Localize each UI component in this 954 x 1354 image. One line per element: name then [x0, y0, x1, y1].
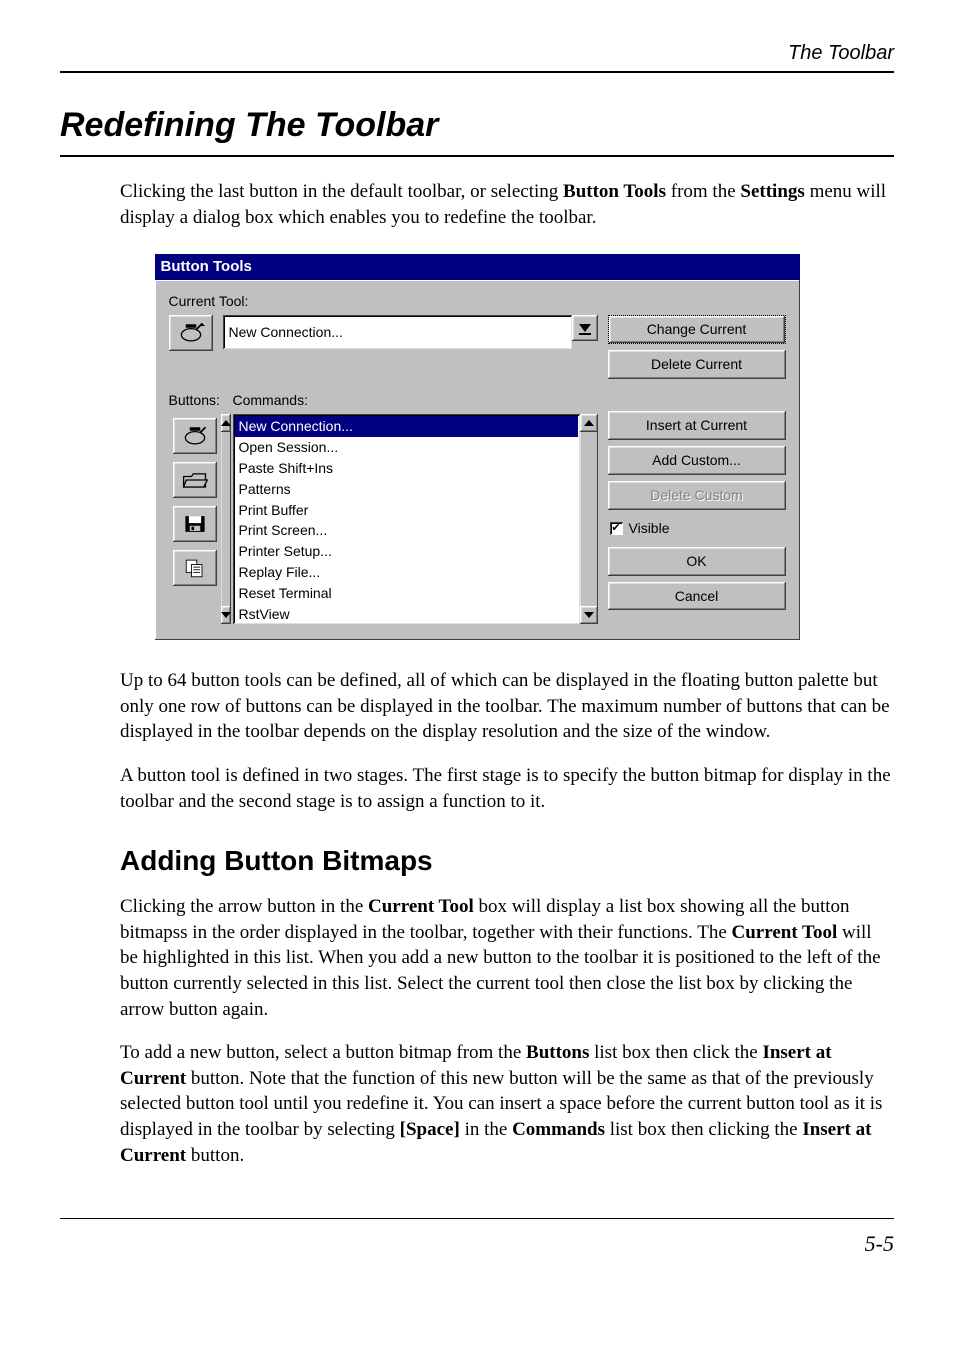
- text: button.: [186, 1145, 244, 1166]
- text: list box then click the: [589, 1042, 762, 1063]
- buttons-scrollbar[interactable]: [221, 414, 231, 624]
- text: Clicking the last button in the default …: [120, 181, 563, 202]
- section-title: Redefining The Toolbar: [60, 103, 894, 157]
- buttons-list-item[interactable]: [173, 550, 217, 586]
- commands-list-item[interactable]: Print Screen...: [235, 520, 578, 541]
- text: To add a new button, select a button bit…: [120, 1042, 526, 1063]
- commands-list-item[interactable]: Printer Setup...: [235, 541, 578, 562]
- text-bold: Settings: [740, 181, 804, 202]
- buttons-list[interactable]: [169, 414, 221, 624]
- page-number: 5-5: [60, 1229, 894, 1259]
- commands-list-item[interactable]: RstView: [235, 604, 578, 624]
- up-arrow-icon: [221, 420, 231, 426]
- body-paragraph: A button tool is defined in two stages. …: [120, 763, 894, 814]
- text: Clicking the arrow button in the: [120, 896, 368, 917]
- down-arrow-icon: [579, 324, 591, 332]
- current-tool-input[interactable]: [223, 315, 572, 349]
- buttons-label: Buttons:: [169, 391, 223, 410]
- commands-list-item[interactable]: Paste Shift+Ins: [235, 458, 578, 479]
- down-arrow-icon: [584, 612, 594, 618]
- current-tool-dropdown-button[interactable]: [572, 315, 598, 341]
- current-tool-icon: [169, 315, 213, 351]
- visible-checkbox[interactable]: ✔: [610, 522, 623, 535]
- scroll-down-button[interactable]: [221, 606, 231, 624]
- text-bold: Button Tools: [563, 181, 666, 202]
- down-arrow-icon: [221, 612, 231, 618]
- current-tool-combo[interactable]: [223, 315, 598, 349]
- add-custom-button[interactable]: Add Custom...: [608, 446, 786, 475]
- change-current-button[interactable]: Change Current: [608, 315, 786, 344]
- dialog-titlebar: Button Tools: [155, 254, 800, 280]
- buttons-list-item[interactable]: [173, 418, 217, 454]
- delete-current-button[interactable]: Delete Current: [608, 350, 786, 379]
- visible-checkbox-row[interactable]: ✔ Visible: [608, 516, 786, 541]
- text-bold: [Space]: [400, 1119, 460, 1140]
- buttons-list-item[interactable]: [173, 506, 217, 542]
- ok-button[interactable]: OK: [608, 547, 786, 576]
- text-bold: Buttons: [526, 1042, 589, 1063]
- copy-documents-icon: [181, 556, 209, 580]
- current-tool-label: Current Tool:: [169, 292, 786, 311]
- cancel-button[interactable]: Cancel: [608, 582, 786, 611]
- delete-custom-button: Delete Custom: [608, 481, 786, 510]
- intro-paragraph: Clicking the last button in the default …: [120, 179, 894, 230]
- new-connection-icon: [181, 424, 209, 448]
- save-disk-icon: [181, 512, 209, 536]
- text-bold: Commands: [512, 1119, 605, 1140]
- subsection-heading: Adding Button Bitmaps: [120, 842, 894, 880]
- dialog-body: Current Tool: Change Current Delete Curr…: [155, 280, 800, 640]
- insert-at-current-button[interactable]: Insert at Current: [608, 411, 786, 440]
- commands-list-item[interactable]: New Connection...: [235, 416, 578, 437]
- open-folder-icon: [181, 468, 209, 492]
- buttons-list-item[interactable]: [173, 462, 217, 498]
- commands-scrollbar[interactable]: [580, 414, 598, 624]
- up-arrow-icon: [584, 420, 594, 426]
- body-paragraph: To add a new button, select a button bit…: [120, 1040, 894, 1168]
- text-bold: Current Tool: [368, 896, 474, 917]
- text: from the: [666, 181, 740, 202]
- new-connection-icon: [177, 321, 205, 345]
- commands-list-item[interactable]: Patterns: [235, 479, 578, 500]
- commands-list-item[interactable]: Print Buffer: [235, 500, 578, 521]
- commands-list[interactable]: New Connection...Open Session...Paste Sh…: [233, 414, 580, 624]
- scroll-down-button[interactable]: [580, 606, 598, 624]
- footer-divider: [60, 1218, 894, 1219]
- text: in the: [460, 1119, 512, 1140]
- commands-label: Commands:: [233, 391, 598, 410]
- scroll-up-button[interactable]: [580, 414, 598, 432]
- commands-list-item[interactable]: Reset Terminal: [235, 583, 578, 604]
- visible-checkbox-label: Visible: [629, 519, 670, 538]
- scroll-up-button[interactable]: [221, 414, 231, 432]
- body-paragraph: Up to 64 button tools can be defined, al…: [120, 668, 894, 745]
- text-bold: Current Tool: [732, 922, 838, 943]
- body-paragraph: Clicking the arrow button in the Current…: [120, 894, 894, 1022]
- page-header: The Toolbar: [60, 40, 894, 73]
- commands-list-item[interactable]: Open Session...: [235, 437, 578, 458]
- button-tools-dialog: Button Tools Current Tool: Change Curren…: [155, 254, 800, 640]
- text: list box then clicking the: [605, 1119, 802, 1140]
- commands-list-item[interactable]: Replay File...: [235, 562, 578, 583]
